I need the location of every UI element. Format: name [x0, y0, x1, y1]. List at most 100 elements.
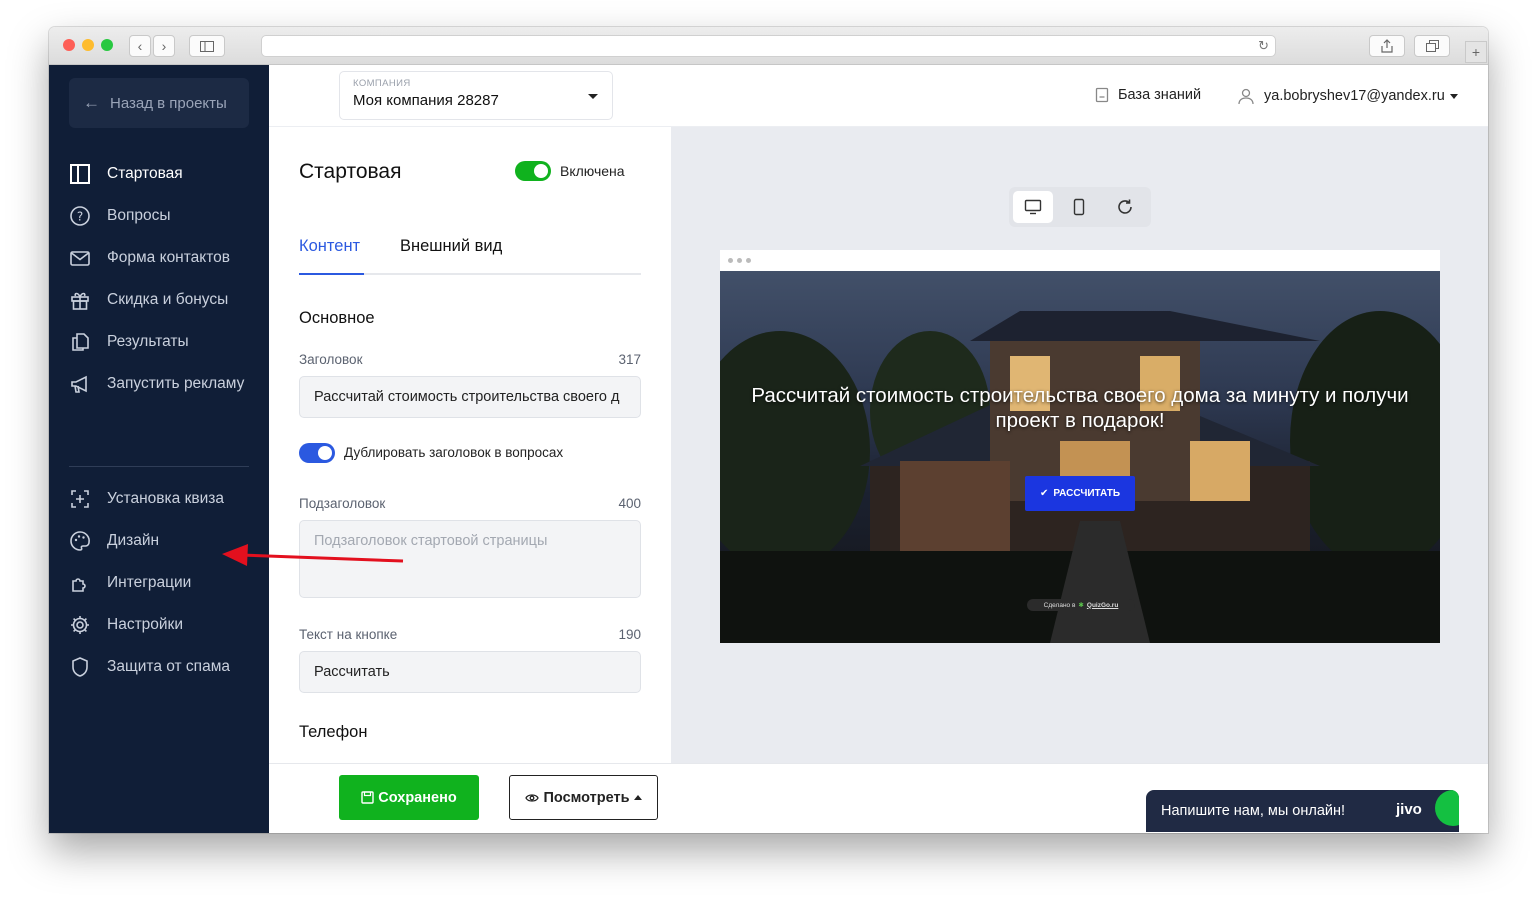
refresh-icon: [1118, 199, 1132, 214]
sidebar-item-design[interactable]: Дизайн: [69, 530, 159, 552]
sidebar-divider: [69, 466, 249, 467]
chat-status-icon: [1435, 790, 1459, 826]
refresh-preview-button[interactable]: [1105, 191, 1145, 223]
gear-icon: [71, 616, 89, 634]
button-text-label: Текст на кнопке: [299, 627, 398, 642]
caret-down-icon: [588, 94, 598, 99]
view-button[interactable]: Посмотреть: [509, 775, 658, 820]
company-select[interactable]: КОМПАНИЯ Моя компания 28287: [339, 71, 613, 120]
quizgo-logo-icon: ✱: [1078, 602, 1084, 609]
shield-icon: [72, 657, 88, 677]
close-window-icon[interactable]: [63, 39, 75, 51]
question-circle-icon: ?: [70, 206, 90, 226]
sidebar-item-label: Дизайн: [107, 532, 160, 549]
envelope-icon: [70, 251, 90, 266]
active-tab-indicator: [299, 273, 364, 275]
sidebar-item-start[interactable]: Стартовая: [69, 163, 183, 185]
save-label: Сохранено: [378, 789, 457, 806]
view-label: Посмотреть: [543, 789, 630, 806]
sidebar: ← Назад в проекты Стартовая ? Вопросы Фо…: [49, 65, 269, 833]
browser-forward-icon[interactable]: ›: [153, 35, 175, 57]
sidebar-item-questions[interactable]: ? Вопросы: [69, 205, 170, 227]
save-button[interactable]: Сохранено: [339, 775, 479, 820]
tabs-overview-icon[interactable]: [1414, 35, 1450, 57]
maximize-window-icon[interactable]: [101, 39, 113, 51]
palette-icon: [70, 531, 90, 551]
phone-icon: [1073, 198, 1085, 216]
duplicate-headline-toggle[interactable]: [299, 443, 335, 463]
user-menu[interactable]: ya.bobryshev17@yandex.ru: [1237, 87, 1458, 105]
arrow-left-icon: ←: [83, 93, 100, 112]
jivo-logo: jivo: [1396, 801, 1422, 818]
new-tab-icon[interactable]: +: [1465, 41, 1487, 63]
sidebar-toggle-icon[interactable]: [189, 35, 225, 57]
svg-text:?: ?: [77, 210, 83, 224]
subheadline-counter: 400: [618, 496, 641, 511]
sidebar-item-label: Запустить рекламу: [107, 375, 245, 392]
browser-toolbar: ‹ › ↻ +: [49, 27, 1488, 65]
desktop-view-button[interactable]: [1013, 191, 1053, 223]
section-main-title: Основное: [299, 309, 375, 327]
reload-icon[interactable]: ↻: [1258, 38, 1269, 54]
sidebar-item-ads[interactable]: Запустить рекламу: [69, 373, 244, 395]
company-caption: КОМПАНИЯ: [353, 78, 411, 89]
layout-icon: [70, 164, 90, 184]
share-icon[interactable]: [1369, 35, 1405, 57]
sidebar-item-label: Форма контактов: [107, 249, 231, 266]
enabled-label: Включена: [560, 163, 625, 179]
frame-dots-icon: [728, 258, 751, 263]
headline-label: Заголовок: [299, 352, 363, 367]
headline-input[interactable]: Рассчитай стоимость строительства своего…: [299, 376, 641, 418]
sidebar-item-discounts[interactable]: Скидка и бонусы: [69, 289, 228, 311]
tab-appearance[interactable]: Внешний вид: [400, 237, 502, 256]
preview-cta-button[interactable]: ✔ РАССЧИТАТЬ: [1025, 476, 1135, 511]
company-name: Моя компания 28287: [353, 92, 499, 109]
enabled-toggle[interactable]: [515, 161, 551, 181]
top-header: КОМПАНИЯ Моя компания 28287 База знаний …: [269, 65, 1488, 127]
sidebar-item-contact-form[interactable]: Форма контактов: [69, 247, 230, 269]
check-icon: ✔: [1039, 488, 1049, 499]
preview-panel: Рассчитай стоимость строительства своего…: [671, 127, 1488, 763]
sidebar-item-label: Скидка и бонусы: [107, 291, 229, 308]
house-background-image: Рассчитай стоимость строительства своего…: [720, 271, 1440, 643]
sidebar-item-settings[interactable]: Настройки: [69, 614, 183, 636]
eye-icon: [525, 793, 540, 802]
sidebar-item-label: Стартовая: [107, 165, 183, 182]
puzzle-icon: [72, 578, 86, 592]
quiz-preview-frame: Рассчитай стоимость строительства своего…: [720, 250, 1440, 643]
knowledge-base-label: База знаний: [1118, 87, 1202, 103]
button-text-input[interactable]: Рассчитать: [299, 651, 641, 693]
live-chat-widget[interactable]: Напишите нам, мы онлайн! jivo: [1146, 790, 1459, 832]
editor-panel: Стартовая Включена Контент Внешний вид О…: [269, 127, 671, 763]
monitor-icon: [1024, 199, 1042, 215]
made-in-badge[interactable]: Сделано в ✱ QuizGo.ru: [1027, 599, 1135, 611]
sidebar-item-label: Вопросы: [107, 207, 171, 224]
preview-headline: Рассчитай стоимость строительства своего…: [751, 384, 1409, 432]
copy-icon: [72, 333, 89, 351]
section-phone-title: Телефон: [299, 723, 368, 741]
gift-icon: [71, 292, 89, 310]
chat-text: Напишите нам, мы онлайн!: [1161, 803, 1346, 819]
subheadline-textarea[interactable]: Подзаголовок стартовой страницы: [299, 520, 641, 598]
sidebar-item-install[interactable]: Установка квиза: [69, 488, 224, 510]
sidebar-item-results[interactable]: Результаты: [69, 331, 189, 353]
preview-cta-label: РАССЧИТАТЬ: [1053, 488, 1121, 499]
address-bar[interactable]: ↻: [261, 35, 1276, 57]
caret-up-icon: [633, 795, 642, 800]
install-code-icon: [71, 490, 89, 508]
minimize-window-icon[interactable]: [82, 39, 94, 51]
browser-back-icon[interactable]: ‹: [129, 35, 151, 57]
sidebar-item-integrations[interactable]: Интеграции: [69, 572, 191, 594]
caret-down-icon: [1449, 93, 1458, 99]
back-to-projects-button[interactable]: ← Назад в проекты: [69, 78, 249, 128]
tab-content[interactable]: Контент: [299, 237, 360, 256]
subheadline-label: Подзаголовок: [299, 496, 386, 511]
knowledge-base-link[interactable]: База знаний: [1095, 87, 1201, 103]
device-switcher: [1009, 187, 1151, 227]
save-icon: [361, 791, 374, 804]
sidebar-item-spam-protection[interactable]: Защита от спама: [69, 656, 230, 678]
mobile-view-button[interactable]: [1059, 191, 1099, 223]
made-in-label: Сделано в: [1043, 601, 1076, 609]
megaphone-icon: [71, 375, 87, 393]
sidebar-item-label: Результаты: [107, 333, 189, 350]
